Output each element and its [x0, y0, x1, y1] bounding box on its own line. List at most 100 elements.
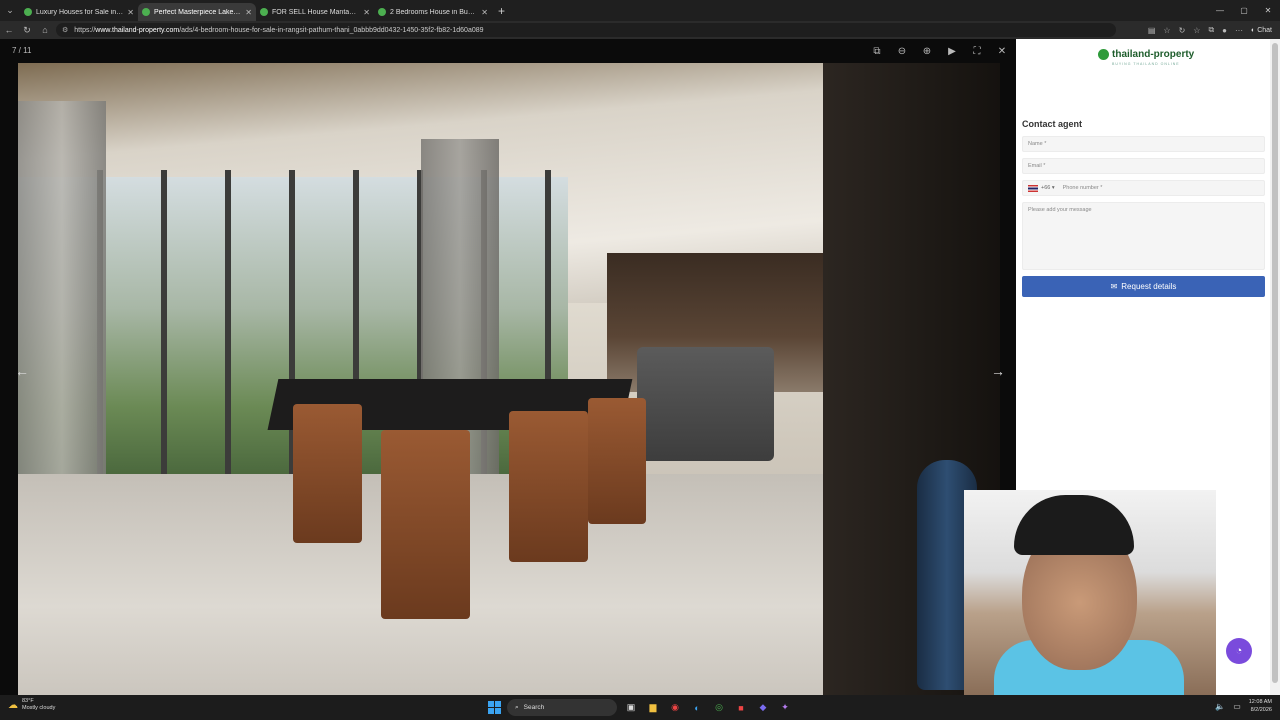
taskbar-search[interactable]: ⌕ Search: [507, 699, 617, 716]
close-tab-icon[interactable]: ✕: [245, 8, 252, 17]
tab-search-icon[interactable]: ⌄: [0, 0, 20, 21]
url-prefix: https://: [74, 26, 96, 34]
system-tray: 🔈 ▭ 12:08 AM 8/2/2026: [1215, 698, 1272, 714]
image-counter: 7 / 11: [12, 46, 32, 55]
favicon-icon: [260, 8, 268, 16]
tab-label: FOR SELL House Mantana Rangsit: [272, 8, 359, 16]
clock[interactable]: 12:08 AM 8/2/2026: [1249, 698, 1272, 714]
webcam-cap: [1014, 495, 1134, 555]
weather-text: 83°F Mostly cloudy: [22, 698, 55, 712]
fullscreen-icon[interactable]: ⛶: [969, 43, 985, 59]
photo-chair: [292, 404, 362, 544]
messaging-app-icon[interactable]: ◆: [755, 700, 771, 716]
close-tab-icon[interactable]: ✕: [363, 8, 370, 17]
webcam-overlay: [964, 490, 1216, 695]
email-placeholder: Email *: [1028, 163, 1046, 169]
chevron-down-icon: ▾: [1051, 185, 1055, 191]
file-explorer-icon[interactable]: ▆: [645, 700, 661, 716]
close-viewer-icon[interactable]: ✕: [994, 43, 1010, 59]
back-icon[interactable]: ←: [0, 25, 18, 35]
reader-icon[interactable]: ▤: [1148, 26, 1156, 35]
photo-recliner: [636, 347, 775, 462]
app-icon[interactable]: ◉: [667, 700, 683, 716]
page-scrollbar[interactable]: [1270, 39, 1280, 695]
profile-avatar-icon[interactable]: ●: [1222, 26, 1227, 35]
url-text: https://www.thailand-property.com/ads/4-…: [74, 27, 483, 34]
message-textarea[interactable]: Please add your message: [1022, 202, 1265, 270]
home-icon[interactable]: ⌂: [36, 25, 54, 35]
phone-placeholder: Phone number *: [1062, 185, 1103, 191]
request-details-label: Request details: [1121, 282, 1177, 291]
property-photo: [18, 63, 1000, 695]
name-field[interactable]: Name *: [1022, 136, 1265, 152]
weather-temperature: 83°F: [22, 698, 34, 704]
tab-1[interactable]: Perfect Masterpiece Lakeside Ran ✕: [138, 3, 256, 21]
tab-0[interactable]: Luxury Houses for Sale in Pathum ✕: [20, 3, 138, 21]
search-icon: ⌕: [515, 703, 519, 711]
chat-label: Chat: [1257, 26, 1272, 34]
teams-icon[interactable]: ✦: [777, 700, 793, 716]
address-bar-row: ← ↻ ⌂ ⚙ https://www.thailand-property.co…: [0, 21, 1280, 39]
recorder-icon[interactable]: ■: [733, 700, 749, 716]
logo-text: thailand-property: [1112, 49, 1195, 60]
reload-icon[interactable]: ↻: [18, 25, 36, 36]
message-placeholder: Please add your message: [1028, 207, 1092, 213]
favicon-icon: [378, 8, 386, 16]
image-viewer: 7 / 11 ⧉ ⊖ ⊕ ▶ ⛶ ✕ ← →: [0, 39, 1016, 695]
url-host: www.thailand-property.com: [95, 26, 180, 34]
site-logo[interactable]: thailand-property BUYING THAILAND ONLINE: [1098, 49, 1195, 66]
minimize-icon[interactable]: —: [1208, 0, 1232, 21]
more-menu-icon[interactable]: ···: [1235, 26, 1243, 35]
clock-date: 8/2/2026: [1250, 707, 1272, 713]
name-placeholder: Name *: [1028, 141, 1047, 147]
scrollbar-thumb[interactable]: [1272, 43, 1278, 683]
toolbar-icons: ▤ ☆ ↻ ☆ ⧉ ● ··· ◐ Chat: [1148, 21, 1272, 39]
clock-time: 12:08 AM: [1248, 699, 1272, 705]
taskbar-apps: ⌕ Search ▣ ▆ ◉ ◐ ◎ ■ ◆ ✦: [488, 698, 793, 717]
maximize-icon[interactable]: ▢: [1232, 0, 1256, 21]
collections-icon[interactable]: ⧉: [1208, 25, 1214, 35]
country-code-value: +66: [1041, 185, 1051, 191]
close-window-icon[interactable]: ✕: [1256, 0, 1280, 21]
task-view-icon[interactable]: ▣: [623, 700, 639, 716]
search-label: Search: [523, 704, 545, 711]
logo-tagline: BUYING THAILAND ONLINE: [1112, 62, 1180, 66]
zoom-out-icon[interactable]: ⊖: [894, 43, 910, 59]
edge-browser-icon[interactable]: ◐: [689, 700, 705, 716]
country-code-select[interactable]: +66 ▾: [1041, 185, 1055, 191]
thumbnails-icon[interactable]: ⧉: [869, 43, 885, 59]
tab-2[interactable]: FOR SELL House Mantana Rangsit ✕: [256, 3, 374, 21]
refresh-extension-icon[interactable]: ↻: [1179, 26, 1186, 35]
copilot-icon: ◐: [1251, 26, 1256, 34]
weather-widget[interactable]: ☁ 83°F Mostly cloudy: [8, 698, 55, 712]
tab-label: 2 Bedrooms House in Bueng Nam: [390, 8, 477, 16]
new-tab-icon[interactable]: +: [498, 4, 505, 18]
tab-3[interactable]: 2 Bedrooms House in Bueng Nam ✕: [374, 3, 492, 21]
chat-button[interactable]: ◐ Chat: [1251, 27, 1272, 34]
close-tab-icon[interactable]: ✕: [481, 8, 488, 17]
close-tab-icon[interactable]: ✕: [127, 8, 134, 17]
site-info-icon[interactable]: ⚙: [62, 26, 68, 34]
favorite-star-icon[interactable]: ☆: [1163, 26, 1170, 35]
weather-condition: Mostly cloudy: [22, 705, 56, 711]
thailand-flag-icon: [1028, 184, 1038, 192]
request-details-button[interactable]: ✉ Request details: [1022, 276, 1265, 297]
play-slideshow-icon[interactable]: ▶: [944, 43, 960, 59]
photo-chair: [587, 397, 647, 525]
battery-icon[interactable]: ▭: [1233, 702, 1241, 711]
chrome-icon[interactable]: ◎: [711, 700, 727, 716]
tab-label: Perfect Masterpiece Lakeside Ran: [154, 8, 241, 16]
phone-field[interactable]: +66 ▾ Phone number *: [1022, 180, 1265, 196]
next-image-icon[interactable]: →: [988, 361, 1008, 381]
browser-tab-bar: ⌄ Luxury Houses for Sale in Pathum ✕ Per…: [0, 0, 1280, 21]
favorites-icon[interactable]: ☆: [1193, 26, 1200, 35]
viewer-toolbar: ⧉ ⊖ ⊕ ▶ ⛶ ✕: [869, 43, 1010, 59]
zoom-in-icon[interactable]: ⊕: [919, 43, 935, 59]
email-field[interactable]: Email *: [1022, 158, 1265, 174]
url-field[interactable]: ⚙ https://www.thailand-property.com/ads/…: [56, 23, 1116, 37]
chat-widget-icon[interactable]: ◔: [1226, 638, 1252, 664]
speaker-icon[interactable]: 🔈: [1215, 702, 1225, 711]
windows-start-icon[interactable]: [488, 701, 501, 714]
previous-image-icon[interactable]: ←: [12, 361, 32, 381]
tab-label: Luxury Houses for Sale in Pathum: [36, 8, 123, 16]
